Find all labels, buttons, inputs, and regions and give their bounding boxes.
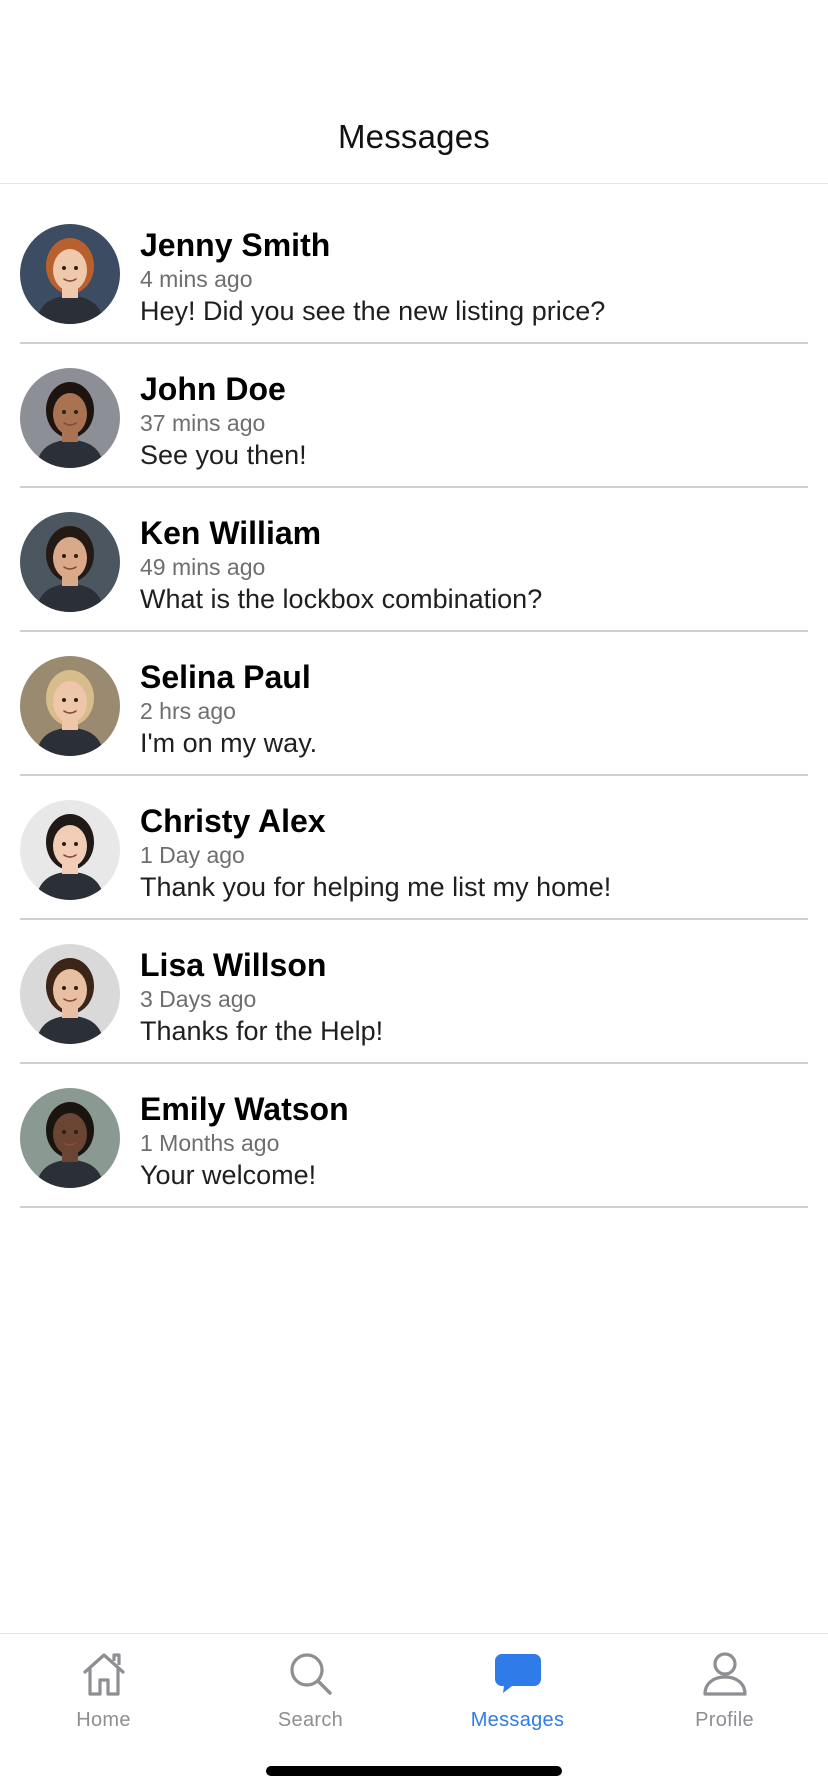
conversation-list: Jenny Smith 4 mins ago Hey! Did you see …	[20, 200, 808, 1208]
avatar-image	[20, 512, 120, 612]
page-title: Messages	[337, 118, 490, 155]
search-icon	[289, 1653, 332, 1695]
conversation-row-selina-paul[interactable]: Selina Paul 2 hrs ago I'm on my way.	[20, 632, 808, 776]
message-timestamp: 49 mins ago	[140, 554, 266, 580]
message-timestamp: 37 mins ago	[140, 410, 266, 436]
tab-label: Home	[76, 1709, 131, 1731]
avatar-image	[20, 656, 120, 756]
tab-label: Profile	[695, 1709, 754, 1731]
message-bubble-icon	[494, 1654, 541, 1693]
conversation-row-ken-william[interactable]: Ken William 49 mins ago What is the lock…	[20, 488, 808, 632]
avatar	[20, 512, 120, 612]
contact-name: Jenny Smith	[140, 227, 331, 263]
message-timestamp: 4 mins ago	[140, 266, 253, 292]
tab-search[interactable]: Search	[207, 1646, 414, 1746]
tab-label: Search	[277, 1709, 344, 1731]
message-timestamp: 2 hrs ago	[140, 698, 236, 724]
avatar	[20, 368, 120, 468]
message-timestamp: 1 Day ago	[140, 842, 245, 868]
home-icon	[82, 1653, 125, 1696]
conversation-row-jenny-smith[interactable]: Jenny Smith 4 mins ago Hey! Did you see …	[20, 200, 808, 344]
conversation-text: Emily Watson 1 Months ago Your welcome!	[140, 1091, 808, 1192]
conversation-text: Jenny Smith 4 mins ago Hey! Did you see …	[140, 227, 808, 328]
conversation-row-lisa-willson[interactable]: Lisa Willson 3 Days ago Thanks for the H…	[20, 920, 808, 1064]
avatar-image	[20, 368, 120, 468]
message-preview: I'm on my way.	[140, 728, 318, 758]
contact-name: Lisa Willson	[140, 947, 327, 983]
tab-label: Messages	[470, 1709, 565, 1731]
conversation-row-christy-alex[interactable]: Christy Alex 1 Day ago Thank you for hel…	[20, 776, 808, 920]
contact-name: Emily Watson	[140, 1091, 349, 1127]
contact-name: Christy Alex	[140, 803, 326, 839]
tab-messages[interactable]: Messages	[414, 1646, 621, 1746]
message-preview: Thank you for helping me list my home!	[140, 872, 612, 902]
conversation-text: Christy Alex 1 Day ago Thank you for hel…	[140, 803, 808, 904]
contact-name: Ken William	[140, 515, 322, 551]
home-indicator	[266, 1766, 562, 1776]
avatar-image	[20, 1088, 120, 1188]
message-timestamp: 3 Days ago	[140, 986, 257, 1012]
avatar-image	[20, 800, 120, 900]
contact-name: John Doe	[140, 371, 286, 407]
message-preview: Your welcome!	[140, 1160, 317, 1190]
avatar	[20, 1088, 120, 1188]
avatar	[20, 800, 120, 900]
messages-screen: Messages Jenny Smith 4 mins ago Hey! Did…	[0, 0, 828, 1792]
message-preview: Hey! Did you see the new listing price?	[140, 296, 606, 326]
conversation-text: Ken William 49 mins ago What is the lock…	[140, 515, 808, 616]
avatar-image	[20, 224, 120, 324]
conversation-text: John Doe 37 mins ago See you then!	[140, 371, 808, 472]
profile-icon	[702, 1652, 747, 1696]
conversation-row-emily-watson[interactable]: Emily Watson 1 Months ago Your welcome!	[20, 1064, 808, 1208]
avatar	[20, 656, 120, 756]
message-preview: Thanks for the Help!	[140, 1016, 384, 1046]
tab-home[interactable]: Home	[0, 1646, 207, 1746]
avatar	[20, 224, 120, 324]
conversation-text: Selina Paul 2 hrs ago I'm on my way.	[140, 659, 808, 760]
conversation-text: Lisa Willson 3 Days ago Thanks for the H…	[140, 947, 808, 1048]
message-preview: What is the lockbox combination?	[140, 584, 543, 614]
navigation-header: Messages	[0, 0, 828, 184]
avatar	[20, 944, 120, 1044]
avatar-image	[20, 944, 120, 1044]
message-timestamp: 1 Months ago	[140, 1130, 280, 1156]
conversation-row-john-doe[interactable]: John Doe 37 mins ago See you then!	[20, 344, 808, 488]
contact-name: Selina Paul	[140, 659, 311, 695]
message-preview: See you then!	[140, 440, 307, 470]
tab-profile[interactable]: Profile	[621, 1646, 828, 1746]
